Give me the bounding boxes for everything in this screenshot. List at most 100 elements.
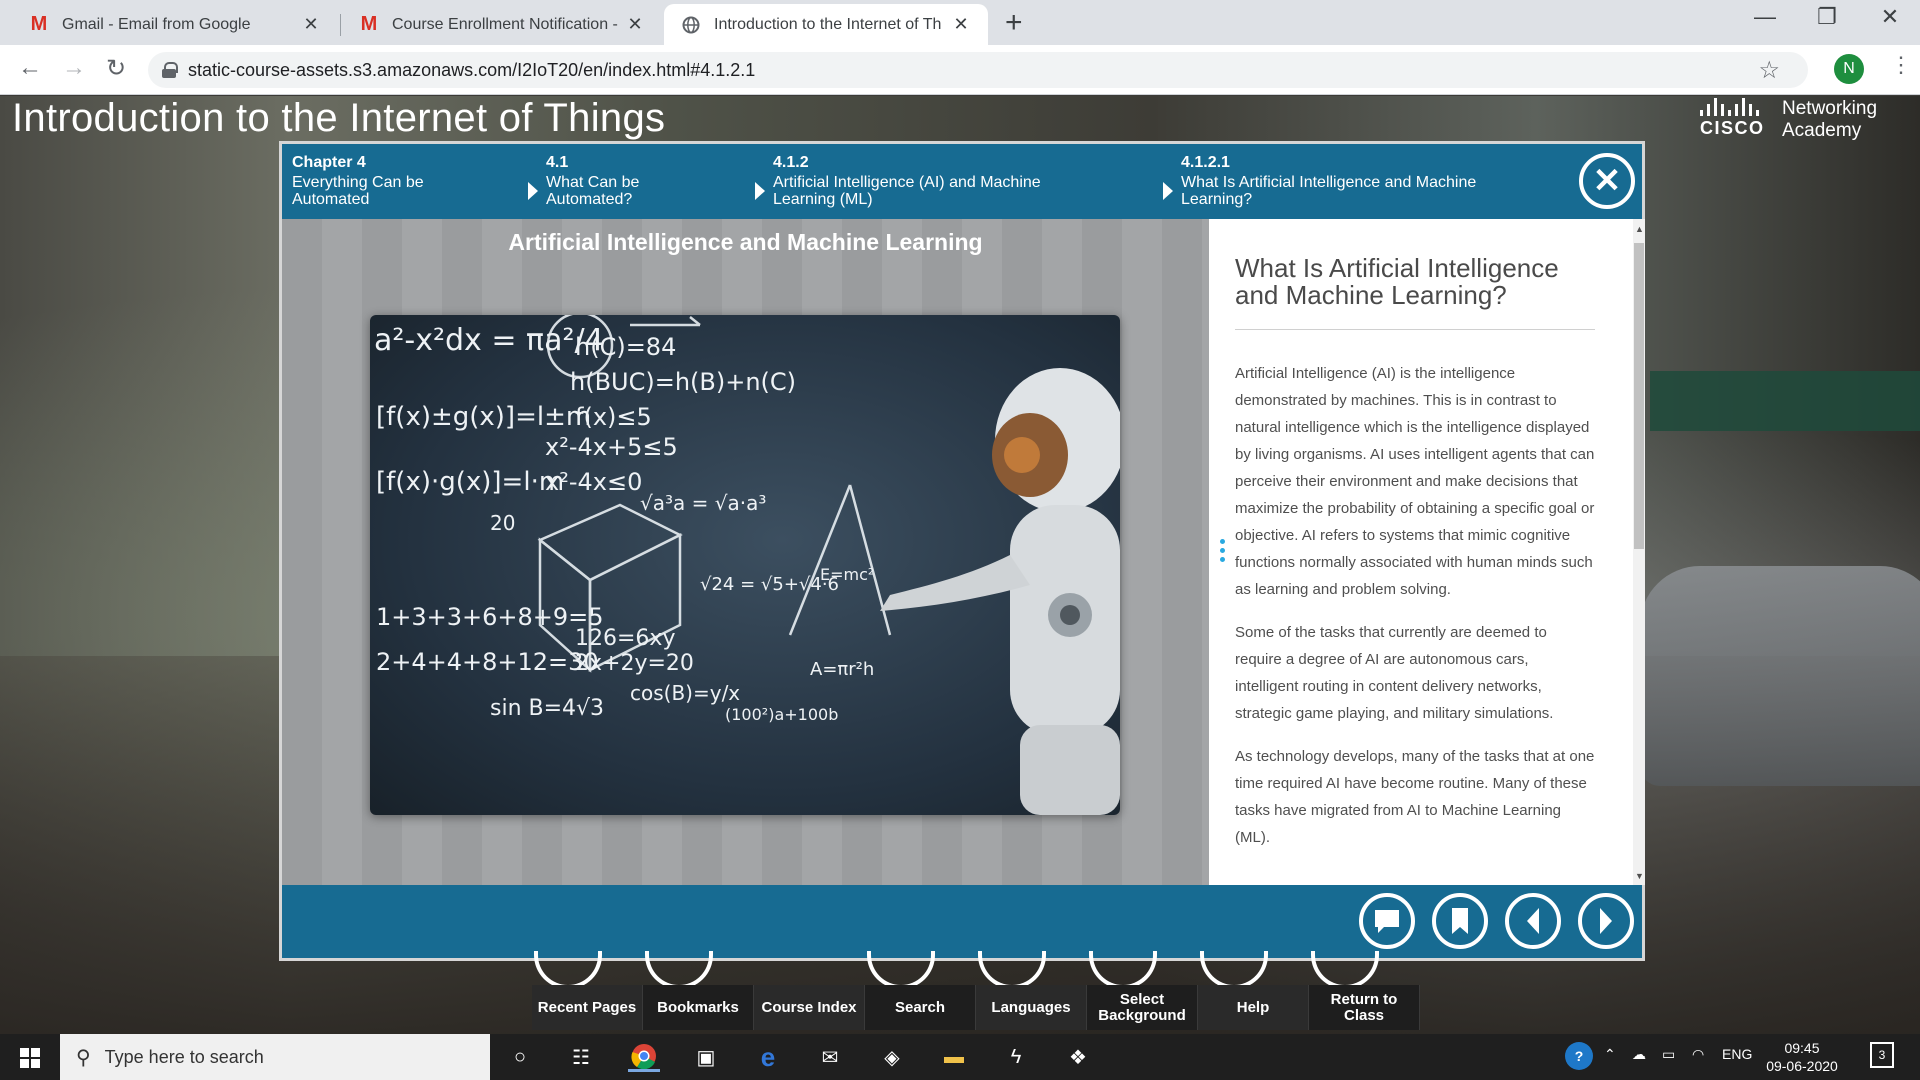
store-icon[interactable]: ▣ bbox=[690, 1042, 722, 1072]
cortana-icon[interactable]: ○ bbox=[504, 1042, 536, 1072]
gmail-icon: M bbox=[30, 13, 48, 35]
slide-media-panel: Artificial Intelligence and Machine Lear… bbox=[282, 219, 1209, 885]
close-tab-icon[interactable]: ✕ bbox=[300, 14, 322, 35]
url-text: static-course-assets.s3.amazonaws.com/I2… bbox=[188, 59, 756, 80]
browser-menu-icon[interactable]: ⋮ bbox=[1890, 52, 1912, 78]
cisco-bars-icon bbox=[1700, 98, 1759, 116]
bookmark-button[interactable] bbox=[1432, 893, 1488, 949]
chalkboard-formula: A=πr²h bbox=[810, 659, 874, 680]
chalkboard-formula: √24 = √5+√4·6 bbox=[700, 574, 839, 595]
mail-icon[interactable]: ✉ bbox=[814, 1042, 846, 1072]
recent-pages-button[interactable]: Recent Pages bbox=[532, 985, 643, 1030]
chalkboard-formula: f(x)≤5 bbox=[575, 403, 652, 431]
bookmarks-button[interactable]: Bookmarks bbox=[643, 985, 754, 1030]
windows-start-icon[interactable] bbox=[20, 1048, 40, 1068]
help-tray-icon[interactable]: ? bbox=[1565, 1042, 1593, 1070]
scroll-up-arrow-icon[interactable]: ▲ bbox=[1635, 224, 1644, 234]
content-heading: What Is Artificial Intelligence and Mach… bbox=[1235, 255, 1595, 330]
forward-arrow-icon[interactable]: → bbox=[62, 54, 86, 82]
taskbar-search-box[interactable]: ⚲ Type here to search bbox=[60, 1034, 490, 1080]
chalkboard-formula: [f(x)·g(x)]=l·m bbox=[376, 467, 564, 497]
browser-tab-strip: M Gmail - Email from Google ✕ M Course E… bbox=[0, 0, 1920, 45]
panel-resize-handle[interactable] bbox=[1220, 539, 1226, 566]
profile-avatar[interactable]: N bbox=[1834, 54, 1864, 84]
chevron-left-icon bbox=[1527, 908, 1539, 934]
photos-icon[interactable]: ◈ bbox=[876, 1042, 908, 1072]
close-tab-icon[interactable]: ✕ bbox=[624, 14, 646, 35]
breadcrumb-label: What Can be Automated? bbox=[546, 174, 640, 208]
chalkboard-formula: a²-x²dx = πa²/4 bbox=[374, 323, 604, 358]
comment-button[interactable] bbox=[1359, 893, 1415, 949]
tab-separator bbox=[340, 14, 341, 36]
file-explorer-icon[interactable]: ▬ bbox=[938, 1042, 970, 1072]
address-bar[interactable]: static-course-assets.s3.amazonaws.com/I2… bbox=[148, 52, 1808, 88]
previous-page-button[interactable] bbox=[1505, 893, 1561, 949]
battery-icon[interactable]: ▭ bbox=[1662, 1046, 1675, 1063]
app-icon[interactable]: ϟ bbox=[1000, 1042, 1032, 1072]
restore-window-button[interactable]: ❐ bbox=[1797, 4, 1857, 30]
tab-gmail[interactable]: M Gmail - Email from Google ✕ bbox=[12, 4, 338, 45]
clock-date: 09-06-2020 bbox=[1766, 1058, 1838, 1074]
search-button[interactable]: Search bbox=[865, 985, 976, 1030]
breadcrumb-arrow-icon bbox=[755, 182, 765, 200]
breadcrumb-number: 4.1.2 bbox=[773, 154, 809, 171]
notification-count: 3 bbox=[1878, 1048, 1886, 1062]
back-arrow-icon[interactable]: ← bbox=[18, 54, 42, 82]
chrome-icon[interactable] bbox=[628, 1042, 660, 1072]
breadcrumb-topic[interactable]: 4.1.2 Artificial Intelligence (AI) and M… bbox=[755, 154, 1093, 208]
tab-title: Introduction to the Internet of Th bbox=[714, 15, 942, 33]
academy-label: Networking Academy bbox=[1782, 98, 1877, 142]
select-background-button[interactable]: Select Background bbox=[1087, 985, 1198, 1030]
chalkboard-formula: [f(x)±g(x)]=l±m bbox=[376, 402, 591, 432]
breadcrumb-number: Chapter 4 bbox=[292, 154, 366, 171]
languages-button[interactable]: Languages bbox=[976, 985, 1087, 1030]
breadcrumb-section[interactable]: 4.1 What Can be Automated? bbox=[528, 154, 686, 208]
close-window-button[interactable]: ✕ bbox=[1860, 4, 1920, 30]
bookmark-icon bbox=[1452, 908, 1468, 934]
breadcrumb-number: 4.1 bbox=[546, 154, 569, 171]
reload-icon[interactable]: ↻ bbox=[106, 54, 126, 83]
modal-header: Chapter 4 Everything Can be Automated 4.… bbox=[282, 144, 1642, 219]
tab-title: Gmail - Email from Google bbox=[62, 15, 251, 33]
breadcrumb-label: What Is Artificial Intelligence and Mach… bbox=[1181, 174, 1477, 208]
edge-icon[interactable]: e bbox=[752, 1042, 784, 1072]
tab-title: Course Enrollment Notification - bbox=[392, 15, 618, 33]
slide-text-panel[interactable]: What Is Artificial Intelligence and Mach… bbox=[1209, 219, 1633, 885]
chalkboard-formula: 1+3+3+6+8+9=5 bbox=[376, 603, 604, 631]
language-indicator[interactable]: ENG bbox=[1722, 1046, 1752, 1062]
scroll-down-arrow-icon[interactable]: ▼ bbox=[1635, 871, 1644, 881]
scrollbar-thumb[interactable] bbox=[1634, 243, 1644, 549]
new-tab-button[interactable]: + bbox=[1005, 6, 1023, 40]
gmail-icon: M bbox=[360, 13, 378, 35]
windows-taskbar: ⚲ Type here to search ○ ☷ ▣ e ✉ ◈ ▬ ϟ ❖ … bbox=[0, 1034, 1920, 1080]
breadcrumb-label: Artificial Intelligence (AI) and Machine… bbox=[773, 174, 1041, 208]
bookmark-star-icon[interactable]: ☆ bbox=[1758, 56, 1780, 85]
help-button[interactable]: Help bbox=[1198, 985, 1309, 1030]
globe-icon bbox=[680, 16, 702, 34]
chalkboard-formula: 2x+2y=20 bbox=[575, 651, 694, 676]
wifi-icon[interactable]: ◠ bbox=[1692, 1046, 1704, 1063]
close-tab-icon[interactable]: ✕ bbox=[950, 14, 972, 35]
dropbox-icon[interactable]: ❖ bbox=[1062, 1042, 1094, 1072]
breadcrumb-page[interactable]: 4.1.2.1 What Is Artificial Intelligence … bbox=[1163, 154, 1521, 208]
return-to-class-button[interactable]: Return to Class bbox=[1309, 985, 1420, 1030]
search-icon: ⚲ bbox=[76, 1046, 91, 1069]
breadcrumb-chapter[interactable]: Chapter 4 Everything Can be Automated bbox=[292, 154, 462, 208]
tab-course-enrollment[interactable]: M Course Enrollment Notification - ✕ bbox=[342, 4, 662, 45]
taskbar-clock[interactable]: 09:45 09-06-2020 bbox=[1762, 1039, 1842, 1075]
chevron-up-icon[interactable]: ⌃ bbox=[1604, 1046, 1616, 1063]
task-view-icon[interactable]: ☷ bbox=[565, 1042, 597, 1072]
tab-introduction-iot[interactable]: Introduction to the Internet of Th ✕ bbox=[664, 4, 988, 45]
cisco-networking-academy-logo: CISCO Networking Academy bbox=[1700, 96, 1900, 146]
minimize-window-button[interactable]: — bbox=[1735, 4, 1795, 30]
close-modal-button[interactable]: ✕ bbox=[1579, 153, 1635, 209]
next-page-button[interactable] bbox=[1578, 893, 1634, 949]
notification-center-icon[interactable]: 3 bbox=[1870, 1042, 1894, 1068]
breadcrumb-arrow-icon bbox=[1163, 182, 1173, 200]
academy-line1: Networking bbox=[1782, 98, 1878, 119]
chalkboard-formulas: a²-x²dx = πa²/4h(C)=84 h(BUC)=h(B)+n(C) [f… bbox=[374, 315, 1120, 815]
background-awning bbox=[1650, 371, 1920, 431]
course-index-button[interactable]: Course Index bbox=[754, 985, 865, 1030]
network-tray-icon[interactable]: ☁ bbox=[1632, 1046, 1646, 1063]
ai-robot-chalkboard-image: a²-x²dx = πa²/4 h(C)=84 h(BUC)=h(B)+n(C) [f… bbox=[370, 315, 1120, 815]
